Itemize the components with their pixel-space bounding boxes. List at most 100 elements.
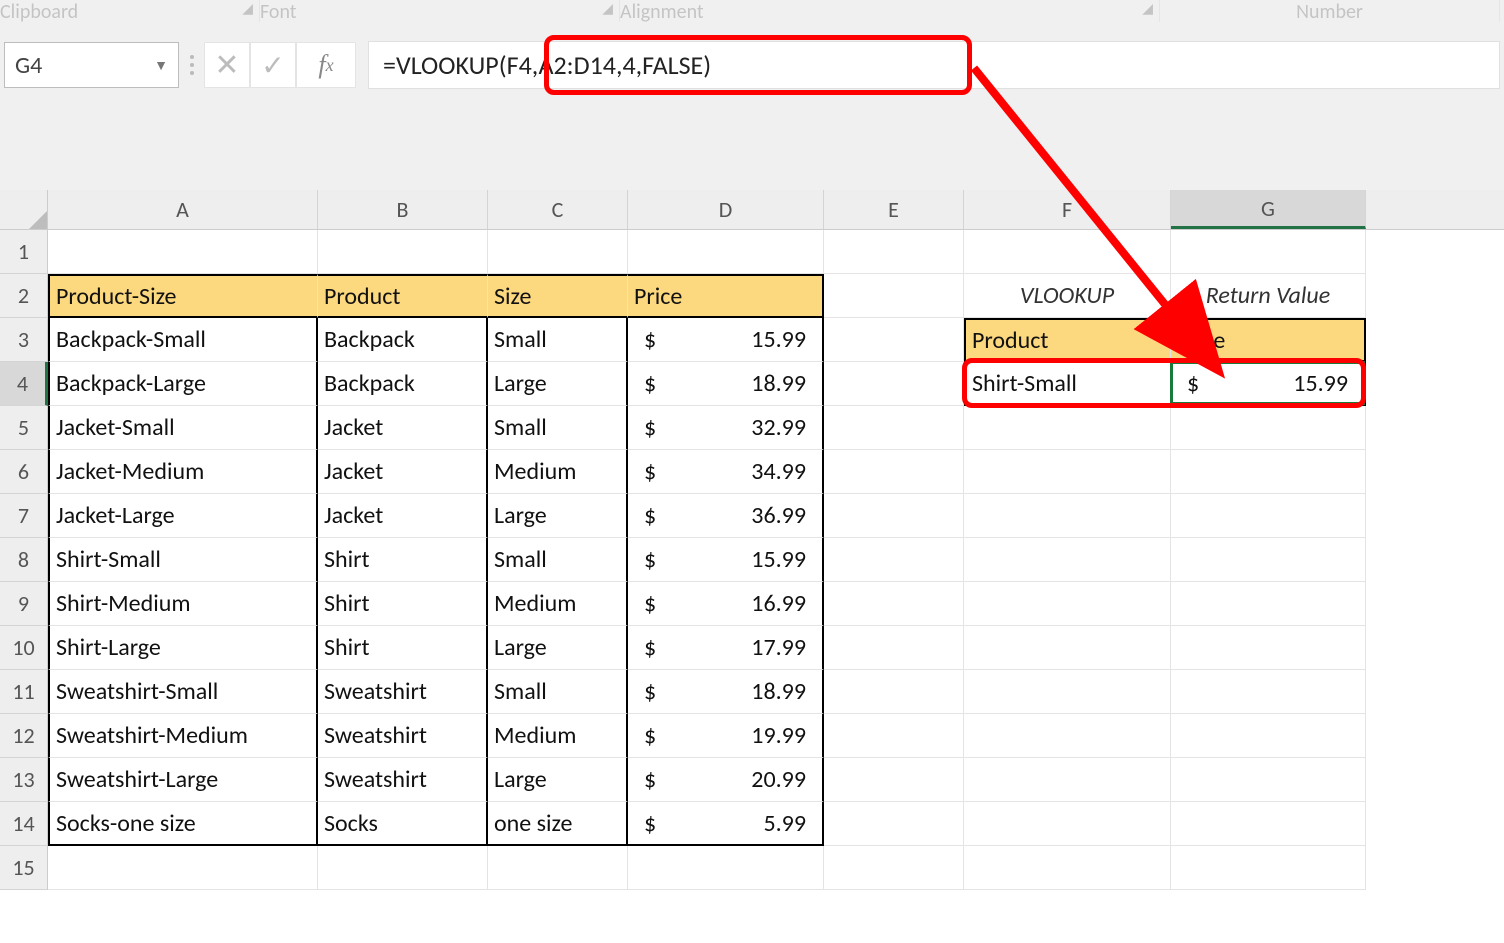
row-header-15[interactable]: 15 [0, 846, 48, 890]
cell-B10[interactable]: Shirt [318, 626, 488, 670]
cell-C12[interactable]: Medium [488, 714, 628, 758]
col-header-C[interactable]: C [488, 190, 628, 229]
row-header-11[interactable]: 11 [0, 670, 48, 714]
cell-E14[interactable] [824, 802, 964, 846]
cell-C15[interactable] [488, 846, 628, 890]
cell-C10[interactable]: Large [488, 626, 628, 670]
cell-D14[interactable]: $5.99 [628, 802, 824, 846]
cell-E13[interactable] [824, 758, 964, 802]
cell-B6[interactable]: Jacket [318, 450, 488, 494]
row-header-2[interactable]: 2 [0, 274, 48, 318]
cell-D6[interactable]: $34.99 [628, 450, 824, 494]
cell-C11[interactable]: Small [488, 670, 628, 714]
cell-D4[interactable]: $18.99 [628, 362, 824, 406]
row-header-6[interactable]: 6 [0, 450, 48, 494]
cell-B3[interactable]: Backpack [318, 318, 488, 362]
cell-G12[interactable] [1171, 714, 1366, 758]
cell-D15[interactable] [628, 846, 824, 890]
cell-B7[interactable]: Jacket [318, 494, 488, 538]
cell-G8[interactable] [1171, 538, 1366, 582]
cell-D12[interactable]: $19.99 [628, 714, 824, 758]
formula-input[interactable]: =VLOOKUP(F4,A2:D14,4,FALSE) [368, 41, 1500, 89]
lookup-header-price[interactable]: Price [1171, 318, 1366, 362]
cell-E1[interactable] [824, 230, 964, 274]
col-header-D[interactable]: D [628, 190, 824, 229]
cell-A10[interactable]: Shirt-Large [48, 626, 318, 670]
lookup-header-product[interactable]: Product [964, 318, 1171, 362]
cell-B5[interactable]: Jacket [318, 406, 488, 450]
cell-G6[interactable] [1171, 450, 1366, 494]
cell-F15[interactable] [964, 846, 1171, 890]
row-header-8[interactable]: 8 [0, 538, 48, 582]
cell-A12[interactable]: Sweatshirt-Medium [48, 714, 318, 758]
cell-E8[interactable] [824, 538, 964, 582]
cell-E6[interactable] [824, 450, 964, 494]
col-header-A[interactable]: A [48, 190, 318, 229]
cell-F13[interactable] [964, 758, 1171, 802]
cell-E11[interactable] [824, 670, 964, 714]
cell-E7[interactable] [824, 494, 964, 538]
cell-C1[interactable] [488, 230, 628, 274]
cell-F8[interactable] [964, 538, 1171, 582]
lookup-result[interactable]: $15.99 [1171, 362, 1366, 406]
cell-C13[interactable]: Large [488, 758, 628, 802]
row-header-10[interactable]: 10 [0, 626, 48, 670]
col-header-E[interactable]: E [824, 190, 964, 229]
spreadsheet-grid[interactable]: A B C D E F G 12Product-SizeProductSizeP… [0, 190, 1504, 943]
cell-B9[interactable]: Shirt [318, 582, 488, 626]
select-all-corner[interactable] [0, 190, 48, 229]
row-header-7[interactable]: 7 [0, 494, 48, 538]
cell-E15[interactable] [824, 846, 964, 890]
cell-G11[interactable] [1171, 670, 1366, 714]
cell-C9[interactable]: Medium [488, 582, 628, 626]
cell-C5[interactable]: Small [488, 406, 628, 450]
cell-F1[interactable] [964, 230, 1171, 274]
cell-D7[interactable]: $36.99 [628, 494, 824, 538]
cell-D10[interactable]: $17.99 [628, 626, 824, 670]
cell-C6[interactable]: Medium [488, 450, 628, 494]
cell-C4[interactable]: Large [488, 362, 628, 406]
lookup-value[interactable]: Shirt-Small [964, 362, 1171, 406]
col-header-G[interactable]: G [1171, 190, 1366, 229]
cell-A13[interactable]: Sweatshirt-Large [48, 758, 318, 802]
cell-F10[interactable] [964, 626, 1171, 670]
cell-F12[interactable] [964, 714, 1171, 758]
name-box[interactable]: G4 ▼ [4, 42, 179, 88]
cell-A6[interactable]: Jacket-Medium [48, 450, 318, 494]
col-header-F[interactable]: F [964, 190, 1171, 229]
cell-B14[interactable]: Socks [318, 802, 488, 846]
cell-C14[interactable]: one size [488, 802, 628, 846]
cell-F9[interactable] [964, 582, 1171, 626]
cell-A9[interactable]: Shirt-Medium [48, 582, 318, 626]
cell-E2[interactable] [824, 274, 964, 318]
dialog-launcher-icon[interactable]: ◢ [242, 0, 259, 17]
cell-B4[interactable]: Backpack [318, 362, 488, 406]
cell-D3[interactable]: $15.99 [628, 318, 824, 362]
cell-G1[interactable] [1171, 230, 1366, 274]
row-header-4[interactable]: 4 [0, 362, 48, 406]
cell-E3[interactable] [824, 318, 964, 362]
cell-G9[interactable] [1171, 582, 1366, 626]
header-size[interactable]: Size [488, 274, 628, 318]
row-header-1[interactable]: 1 [0, 230, 48, 274]
cell-D13[interactable]: $20.99 [628, 758, 824, 802]
cell-E12[interactable] [824, 714, 964, 758]
row-header-14[interactable]: 14 [0, 802, 48, 846]
cell-G7[interactable] [1171, 494, 1366, 538]
cell-G13[interactable] [1171, 758, 1366, 802]
cell-F11[interactable] [964, 670, 1171, 714]
enter-formula-button[interactable]: ✓ [250, 42, 296, 88]
cell-E9[interactable] [824, 582, 964, 626]
dialog-launcher-icon[interactable]: ◢ [1142, 0, 1159, 17]
cell-A15[interactable] [48, 846, 318, 890]
cell-F7[interactable] [964, 494, 1171, 538]
cell-E4[interactable] [824, 362, 964, 406]
row-header-9[interactable]: 9 [0, 582, 48, 626]
label-return-value[interactable]: Return Value [1171, 274, 1366, 318]
cell-C8[interactable]: Small [488, 538, 628, 582]
cell-C3[interactable]: Small [488, 318, 628, 362]
cell-A14[interactable]: Socks-one size [48, 802, 318, 846]
cell-B1[interactable] [318, 230, 488, 274]
cell-A11[interactable]: Sweatshirt-Small [48, 670, 318, 714]
chevron-down-icon[interactable]: ▼ [154, 57, 168, 74]
